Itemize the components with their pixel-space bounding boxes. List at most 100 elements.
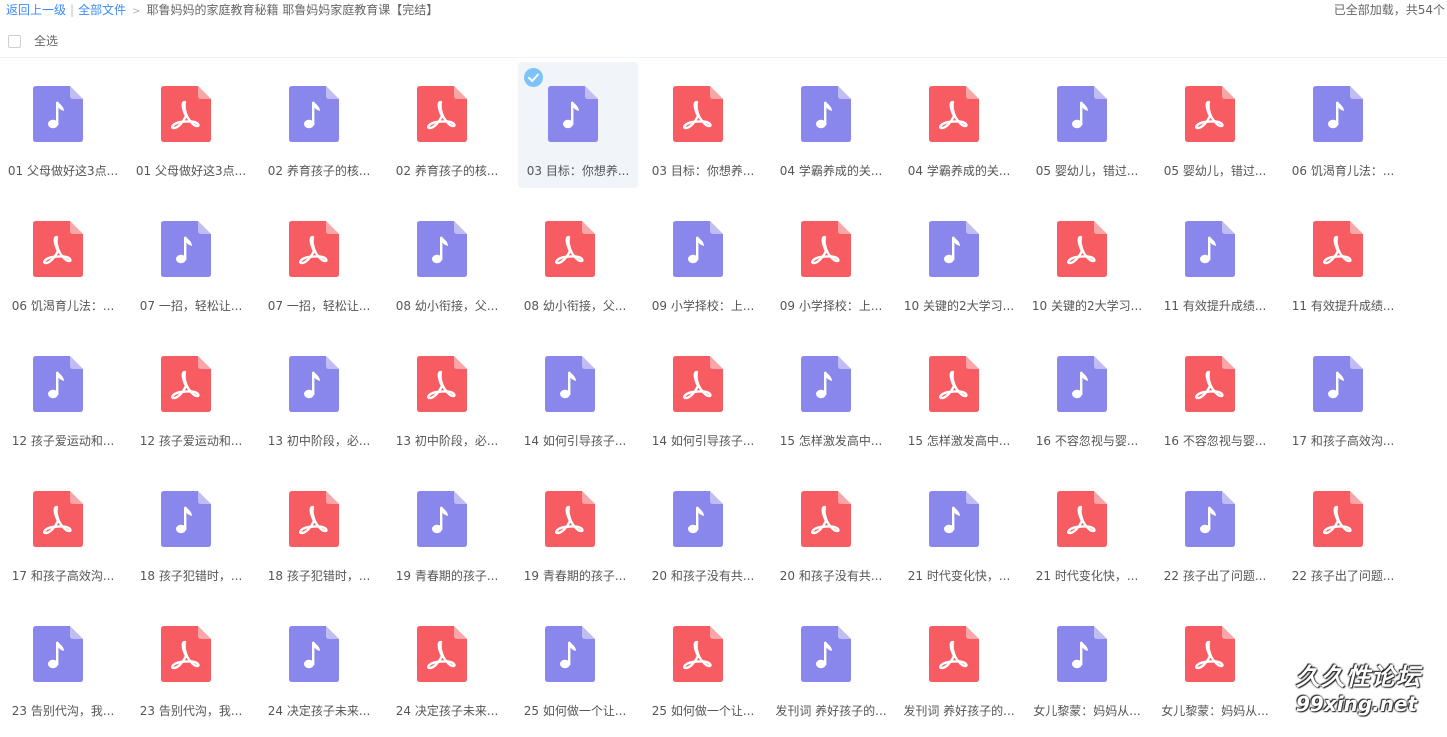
audio-file-item[interactable]: 08 幼小衔接，父... <box>387 197 507 323</box>
file-name[interactable]: 20 和孩子没有共... <box>773 567 889 584</box>
audio-file-item[interactable]: 05 婴幼儿，错过... <box>1027 62 1147 188</box>
file-name[interactable]: 08 幼小衔接，父... <box>389 297 505 314</box>
all-files-link[interactable]: 全部文件 <box>78 3 126 17</box>
audio-file-item[interactable]: 19 青春期的孩子... <box>387 467 507 593</box>
file-name[interactable]: 22 孩子出了问题... <box>1157 567 1273 584</box>
file-name[interactable]: 15 怎样激发高中... <box>901 432 1017 449</box>
audio-file-item[interactable]: 18 孩子犯错时，... <box>131 467 251 593</box>
pdf-file-item[interactable]: 19 青春期的孩子... <box>515 467 635 593</box>
audio-file-item[interactable]: 23 告别代沟，我... <box>3 602 123 728</box>
file-name[interactable]: 12 孩子爱运动和... <box>133 432 249 449</box>
pdf-file-item[interactable]: 25 如何做一个让... <box>643 602 763 728</box>
pdf-file-item[interactable]: 17 和孩子高效沟... <box>3 467 123 593</box>
pdf-file-item[interactable]: 18 孩子犯错时，... <box>259 467 379 593</box>
file-name[interactable]: 18 孩子犯错时，... <box>133 567 249 584</box>
audio-file-item[interactable]: 02 养育孩子的核... <box>259 62 379 188</box>
pdf-file-item[interactable]: 03 目标：你想养... <box>643 62 763 188</box>
pdf-file-item[interactable]: 11 有效提升成绩... <box>1283 197 1403 323</box>
file-name[interactable]: 07 一招，轻松让... <box>133 297 249 314</box>
pdf-file-item[interactable]: 10 关键的2大学习... <box>1027 197 1147 323</box>
file-name[interactable]: 19 青春期的孩子... <box>517 567 633 584</box>
file-name[interactable]: 04 学霸养成的关... <box>773 162 889 179</box>
audio-file-item[interactable]: 12 孩子爱运动和... <box>3 332 123 458</box>
file-name[interactable]: 05 婴幼儿，错过... <box>1029 162 1145 179</box>
file-name[interactable]: 19 青春期的孩子... <box>389 567 505 584</box>
file-name[interactable]: 01 父母做好这3点... <box>5 162 121 179</box>
pdf-file-item[interactable]: 01 父母做好这3点... <box>131 62 251 188</box>
audio-file-item[interactable]: 22 孩子出了问题... <box>1155 467 1275 593</box>
file-name[interactable]: 女儿黎蒙：妈妈从... <box>1157 702 1273 719</box>
pdf-file-item[interactable]: 06 饥渴育儿法：... <box>3 197 123 323</box>
pdf-file-item[interactable]: 08 幼小衔接，父... <box>515 197 635 323</box>
audio-file-item[interactable]: 25 如何做一个让... <box>515 602 635 728</box>
audio-file-item[interactable]: 04 学霸养成的关... <box>771 62 891 188</box>
file-name[interactable]: 20 和孩子没有共... <box>645 567 761 584</box>
pdf-file-item[interactable]: 女儿黎蒙：妈妈从... <box>1155 602 1275 728</box>
file-name[interactable]: 06 饥渴育儿法：... <box>5 297 121 314</box>
file-name[interactable]: 08 幼小衔接，父... <box>517 297 633 314</box>
audio-file-item[interactable]: 24 决定孩子未来... <box>259 602 379 728</box>
file-name[interactable]: 16 不容忽视与婴... <box>1157 432 1273 449</box>
audio-file-item[interactable]: 11 有效提升成绩... <box>1155 197 1275 323</box>
file-name[interactable]: 02 养育孩子的核... <box>389 162 505 179</box>
file-name[interactable]: 24 决定孩子未来... <box>261 702 377 719</box>
file-name[interactable]: 09 小学择校：上... <box>645 297 761 314</box>
pdf-file-item[interactable]: 23 告别代沟，我... <box>131 602 251 728</box>
pdf-file-item[interactable]: 24 决定孩子未来... <box>387 602 507 728</box>
file-name[interactable]: 14 如何引导孩子... <box>517 432 633 449</box>
file-name[interactable]: 04 学霸养成的关... <box>901 162 1017 179</box>
file-name[interactable]: 09 小学择校：上... <box>773 297 889 314</box>
pdf-file-item[interactable]: 05 婴幼儿，错过... <box>1155 62 1275 188</box>
pdf-file-item[interactable]: 13 初中阶段，必... <box>387 332 507 458</box>
file-name[interactable]: 18 孩子犯错时，... <box>261 567 377 584</box>
select-all-label[interactable]: 全选 <box>34 30 58 52</box>
file-name[interactable]: 03 目标：你想养... <box>645 162 761 179</box>
audio-file-item[interactable]: 发刊词 养好孩子的... <box>771 602 891 728</box>
file-name[interactable]: 02 养育孩子的核... <box>261 162 377 179</box>
audio-file-item[interactable]: 06 饥渴育儿法：... <box>1283 62 1403 188</box>
pdf-file-item[interactable]: 发刊词 养好孩子的... <box>899 602 1019 728</box>
checkmark-icon[interactable] <box>524 68 543 87</box>
file-name[interactable]: 14 如何引导孩子... <box>645 432 761 449</box>
audio-file-item[interactable]: 20 和孩子没有共... <box>643 467 763 593</box>
file-name[interactable]: 22 孩子出了问题... <box>1285 567 1401 584</box>
file-name[interactable]: 03 目标：你想养... <box>520 162 636 179</box>
file-name[interactable]: 01 父母做好这3点... <box>133 162 249 179</box>
file-name[interactable]: 24 决定孩子未来... <box>389 702 505 719</box>
audio-file-item[interactable]: 07 一招，轻松让... <box>131 197 251 323</box>
audio-file-item[interactable]: 14 如何引导孩子... <box>515 332 635 458</box>
file-name[interactable]: 23 告别代沟，我... <box>5 702 121 719</box>
file-name[interactable]: 10 关键的2大学习... <box>1029 297 1145 314</box>
pdf-file-item[interactable]: 21 时代变化快，... <box>1027 467 1147 593</box>
pdf-file-item[interactable]: 22 孩子出了问题... <box>1283 467 1403 593</box>
pdf-file-item[interactable]: 14 如何引导孩子... <box>643 332 763 458</box>
audio-file-item[interactable]: 03 目标：你想养... <box>518 62 638 188</box>
file-name[interactable]: 11 有效提升成绩... <box>1157 297 1273 314</box>
pdf-file-item[interactable]: 12 孩子爱运动和... <box>131 332 251 458</box>
file-name[interactable]: 女儿黎蒙：妈妈从... <box>1029 702 1145 719</box>
file-name[interactable]: 发刊词 养好孩子的... <box>901 702 1017 719</box>
pdf-file-item[interactable]: 07 一招，轻松让... <box>259 197 379 323</box>
pdf-file-item[interactable]: 09 小学择校：上... <box>771 197 891 323</box>
file-name[interactable]: 25 如何做一个让... <box>517 702 633 719</box>
file-name[interactable]: 17 和孩子高效沟... <box>5 567 121 584</box>
audio-file-item[interactable]: 女儿黎蒙：妈妈从... <box>1027 602 1147 728</box>
audio-file-item[interactable]: 13 初中阶段，必... <box>259 332 379 458</box>
file-name[interactable]: 25 如何做一个让... <box>645 702 761 719</box>
audio-file-item[interactable]: 10 关键的2大学习... <box>899 197 1019 323</box>
pdf-file-item[interactable]: 20 和孩子没有共... <box>771 467 891 593</box>
file-name[interactable]: 10 关键的2大学习... <box>901 297 1017 314</box>
file-name[interactable]: 23 告别代沟，我... <box>133 702 249 719</box>
pdf-file-item[interactable]: 15 怎样激发高中... <box>899 332 1019 458</box>
audio-file-item[interactable]: 21 时代变化快，... <box>899 467 1019 593</box>
back-link[interactable]: 返回上一级 <box>6 3 66 17</box>
audio-file-item[interactable]: 09 小学择校：上... <box>643 197 763 323</box>
file-name[interactable]: 21 时代变化快，... <box>1029 567 1145 584</box>
audio-file-item[interactable]: 15 怎样激发高中... <box>771 332 891 458</box>
file-name[interactable]: 发刊词 养好孩子的... <box>773 702 889 719</box>
audio-file-item[interactable]: 01 父母做好这3点... <box>3 62 123 188</box>
pdf-file-item[interactable]: 04 学霸养成的关... <box>899 62 1019 188</box>
file-name[interactable]: 06 饥渴育儿法：... <box>1285 162 1401 179</box>
audio-file-item[interactable]: 16 不容忽视与婴... <box>1027 332 1147 458</box>
pdf-file-item[interactable]: 16 不容忽视与婴... <box>1155 332 1275 458</box>
